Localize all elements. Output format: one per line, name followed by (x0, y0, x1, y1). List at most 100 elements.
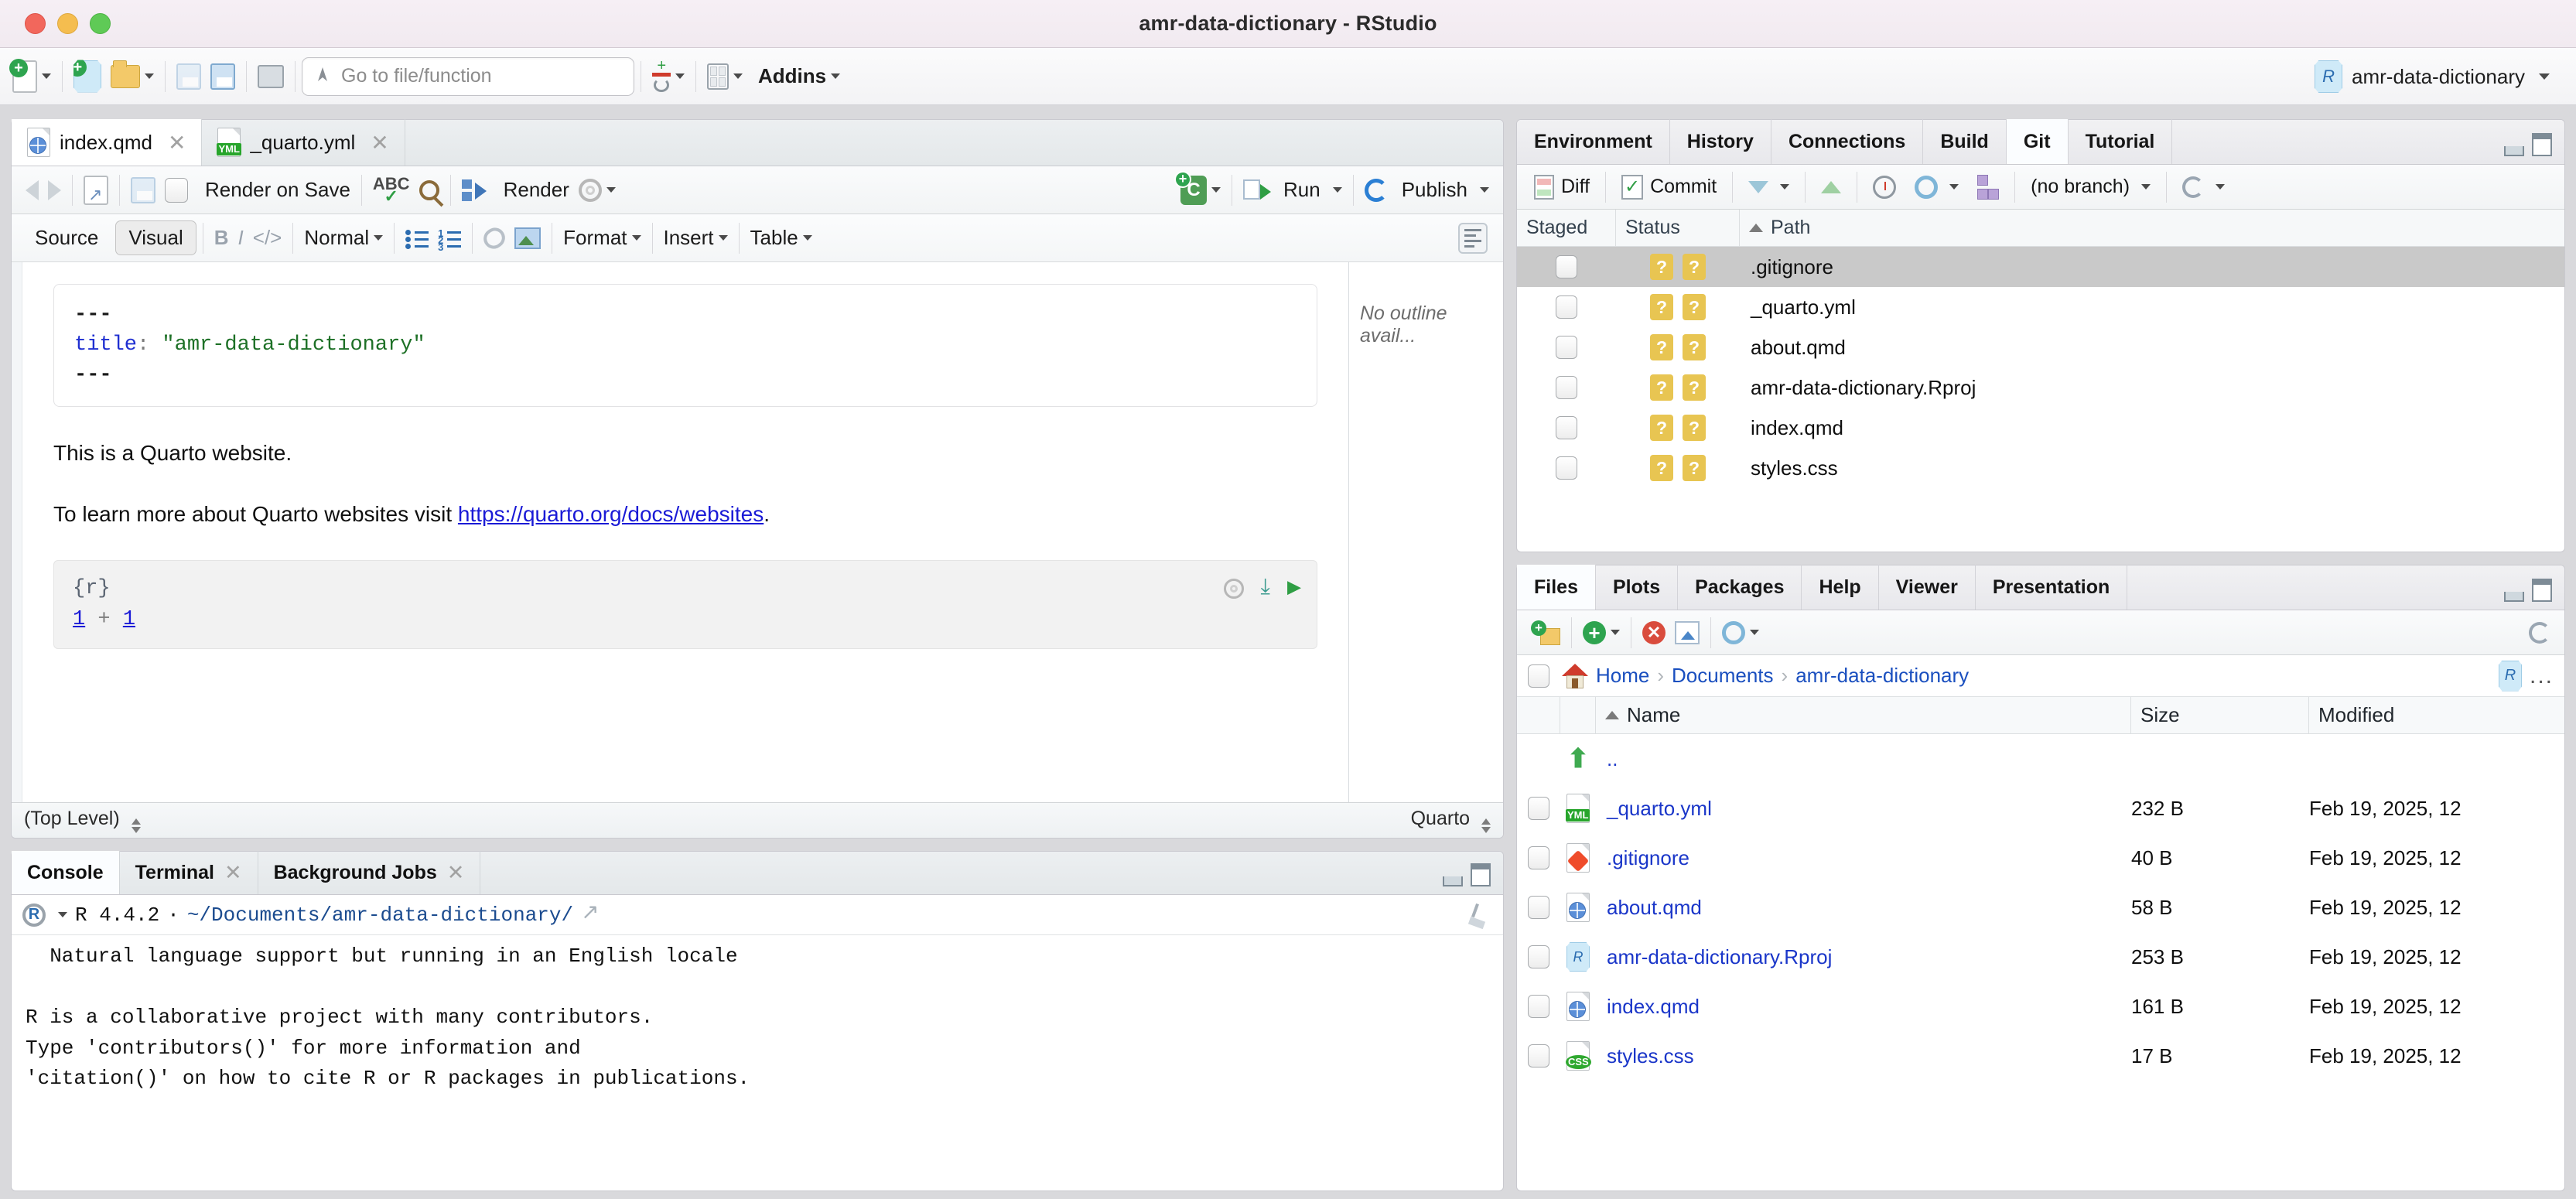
maximize-pane-icon[interactable] (1471, 863, 1491, 886)
git-refresh-button[interactable] (2173, 169, 2234, 206)
spellcheck-button[interactable]: ABC ✓ (368, 170, 415, 210)
close-tab-icon[interactable]: ✕ (447, 861, 465, 885)
breadcrumb-project[interactable]: amr-data-dictionary (1795, 664, 1969, 688)
table-menu[interactable]: Table (746, 218, 817, 258)
close-tab-icon[interactable]: ✕ (168, 130, 186, 155)
maximize-pane-icon[interactable] (2532, 133, 2552, 156)
tab-build[interactable]: Build (1923, 119, 2007, 164)
tab-history[interactable]: History (1670, 119, 1771, 164)
render-on-save-checkbox[interactable]: Render on Save (160, 170, 355, 210)
gear-icon[interactable] (1223, 579, 1244, 600)
select-all-checkbox[interactable] (1528, 664, 1549, 688)
show-in-new-window-button[interactable]: ↗ (79, 170, 113, 210)
editor-document[interactable]: --- title: "amr-data-dictionary" --- Thi… (22, 262, 1348, 802)
refresh-icon[interactable] (2529, 621, 2550, 644)
format-menu[interactable]: Format (559, 218, 645, 258)
bullet-list-button[interactable] (401, 218, 433, 258)
git-row[interactable]: ? ? amr-data-dictionary.Rproj (1517, 367, 2564, 408)
block-format-dropdown[interactable]: Normal (299, 218, 388, 258)
new-blank-file-button[interactable]: + (1578, 613, 1625, 653)
minimize-pane-icon[interactable] (1443, 876, 1463, 886)
file-name-label[interactable]: styles.css (1596, 1044, 2131, 1068)
file-row[interactable]: R amr-data-dictionary.Rproj 253 B Feb 19… (1517, 932, 2564, 982)
editor-scope-selector[interactable]: (Top Level) (24, 808, 141, 833)
tab-git[interactable]: Git (2006, 119, 2069, 164)
git-branch-selector[interactable]: (no branch) (2021, 169, 2160, 206)
goto-file-function-input[interactable]: Go to file/function (302, 56, 634, 96)
column-header-modified[interactable]: Modified (2309, 697, 2564, 734)
yaml-front-matter-block[interactable]: --- title: "amr-data-dictionary" --- (53, 284, 1317, 408)
tab-packages[interactable]: Packages (1678, 565, 1802, 610)
file-name-label[interactable]: about.qmd (1596, 896, 2131, 920)
file-row-parent-directory[interactable]: ⬆ .. (1517, 734, 2564, 784)
run-current-chunk-icon[interactable]: ▶ (1287, 572, 1301, 606)
chevron-down-icon[interactable] (58, 912, 67, 917)
source-mode-button[interactable]: Source (22, 221, 111, 254)
file-name-label[interactable]: index.qmd (1596, 995, 2131, 1019)
git-history-button[interactable] (1864, 169, 1905, 206)
visual-mode-button[interactable]: Visual (115, 220, 196, 255)
file-checkbox[interactable] (1528, 945, 1549, 968)
numbered-list-button[interactable]: 1 2 3 (433, 218, 466, 258)
publish-button[interactable]: Publish (1360, 170, 1494, 210)
file-checkbox[interactable] (1528, 896, 1549, 919)
run-button[interactable]: Run (1238, 170, 1347, 210)
workspace-panes-button[interactable] (702, 56, 747, 97)
file-checkbox[interactable] (1528, 846, 1549, 869)
file-name-label[interactable]: .gitignore (1596, 846, 2131, 870)
r-code-chunk[interactable]: ⤓ ▶ {r} 1 + 1 (53, 559, 1317, 649)
stage-checkbox[interactable] (1556, 295, 1577, 319)
breadcrumb-documents[interactable]: Documents (1672, 664, 1774, 688)
clear-console-icon[interactable] (1467, 904, 1491, 927)
forward-button[interactable] (43, 170, 66, 210)
file-row[interactable]: about.qmd 58 B Feb 19, 2025, 12 (1517, 883, 2564, 932)
tab-viewer[interactable]: Viewer (1879, 565, 1976, 610)
column-header-name[interactable]: Name (1596, 696, 2131, 734)
git-row[interactable]: ? ? about.qmd (1517, 327, 2564, 367)
new-folder-button[interactable]: + (1526, 613, 1565, 653)
close-tab-icon[interactable]: ✕ (224, 861, 242, 885)
document-outline-button[interactable] (1454, 218, 1492, 258)
tab-plots[interactable]: Plots (1596, 565, 1679, 610)
open-file-button[interactable] (106, 56, 159, 97)
column-header-status[interactable]: Status (1616, 210, 1740, 246)
insert-menu[interactable]: Insert (659, 218, 733, 258)
open-in-new-window-icon[interactable] (581, 899, 603, 925)
addins-button[interactable]: Addins (747, 56, 845, 97)
stage-checkbox[interactable] (1556, 336, 1577, 359)
insert-image-button[interactable] (510, 218, 545, 258)
save-button[interactable] (172, 56, 206, 97)
tab-terminal[interactable]: Terminal ✕ (120, 851, 258, 894)
close-window-button[interactable] (25, 13, 46, 34)
render-on-save-checkbox-box[interactable] (165, 177, 188, 203)
tab-background-jobs[interactable]: Background Jobs ✕ (258, 851, 481, 894)
run-all-chunks-above-icon[interactable]: ⤓ (1261, 572, 1270, 605)
inline-code-button[interactable]: </> (248, 218, 287, 258)
document-type-selector[interactable]: Quarto (1411, 808, 1491, 833)
tab-connections[interactable]: Connections (1771, 119, 1924, 164)
tab-files[interactable]: Files (1517, 565, 1596, 610)
home-icon[interactable] (1562, 663, 1588, 688)
column-header-staged[interactable]: Staged (1517, 210, 1616, 246)
files-more-button[interactable] (1717, 613, 1764, 653)
maximize-pane-icon[interactable] (2532, 579, 2552, 602)
italic-button[interactable]: I (234, 218, 248, 258)
minimize-pane-icon[interactable] (2504, 146, 2524, 156)
delete-files-button[interactable]: ✕ (1638, 613, 1670, 653)
stage-checkbox[interactable] (1556, 416, 1577, 439)
column-header-path[interactable]: Path (1740, 210, 2564, 246)
breadcrumb-overflow[interactable]: ... (2530, 663, 2554, 689)
git-row[interactable]: ? ? _quarto.yml (1517, 287, 2564, 327)
version-control-button[interactable]: + (647, 56, 689, 97)
tab-help[interactable]: Help (1802, 565, 1879, 610)
bold-button[interactable]: B (210, 218, 234, 258)
stage-checkbox[interactable] (1556, 376, 1577, 399)
rename-file-button[interactable] (1670, 613, 1704, 653)
back-button[interactable] (21, 170, 43, 210)
column-header-size[interactable]: Size (2131, 696, 2309, 734)
render-button[interactable]: Render (457, 170, 574, 210)
file-row[interactable]: .gitignore 40 B Feb 19, 2025, 12 (1517, 833, 2564, 883)
file-row[interactable]: YML _quarto.yml 232 B Feb 19, 2025, 12 (1517, 784, 2564, 833)
console-output[interactable]: Natural language support but running in … (12, 935, 1503, 1101)
git-row[interactable]: ? ? .gitignore (1517, 247, 2564, 287)
